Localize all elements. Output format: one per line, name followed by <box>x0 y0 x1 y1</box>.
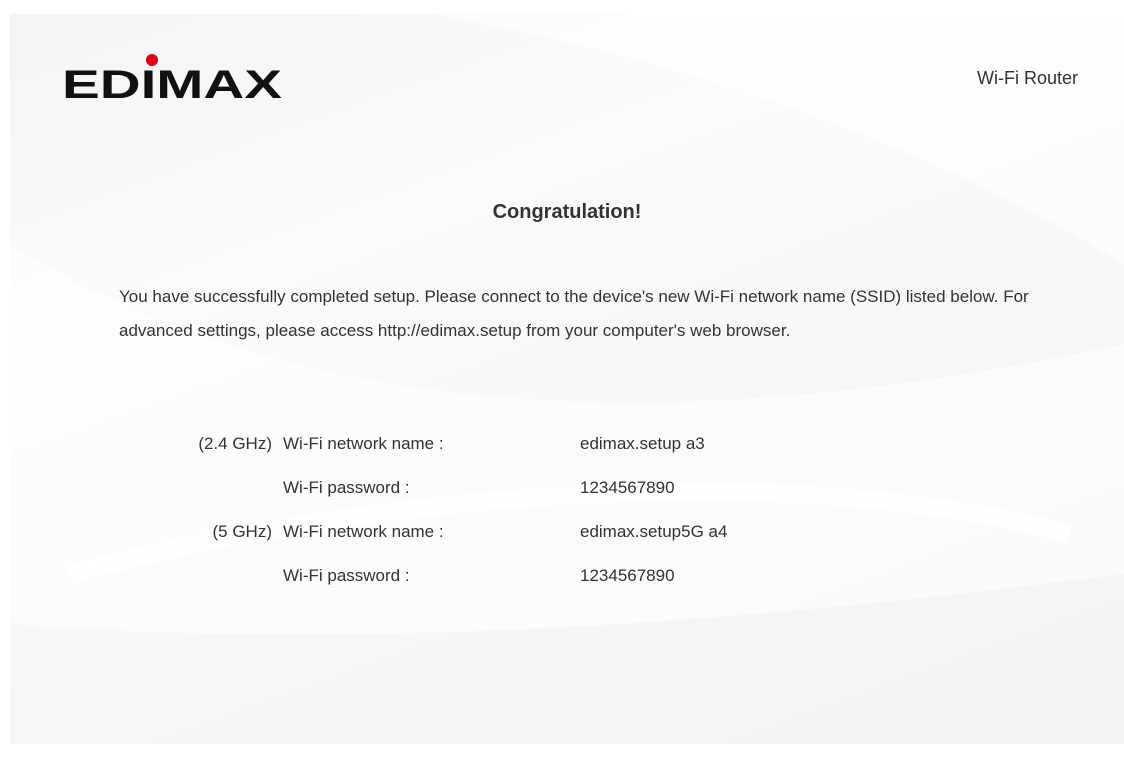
password-label: Wi-Fi password : <box>283 566 410 585</box>
success-message: You have successfully completed setup. P… <box>119 287 1029 340</box>
password-value: 1234567890 <box>580 566 675 585</box>
wifi-row-24ghz-ssid: (2.4 GHz) Wi-Fi network name : edimax.se… <box>10 430 1124 474</box>
wifi-row-5ghz-ssid: (5 GHz) Wi-Fi network name : edimax.setu… <box>10 518 1124 562</box>
wifi-row-5ghz-password: Wi-Fi password : 1234567890 <box>10 562 1124 606</box>
band-label: (5 GHz) <box>212 522 273 541</box>
setup-panel: EDIMAX Wi-Fi Router Congratulation! You … <box>10 14 1124 744</box>
ssid-value: edimax.setup5G a4 <box>580 522 728 541</box>
wifi-row-24ghz-password: Wi-Fi password : 1234567890 <box>10 474 1124 518</box>
edimax-logo: EDIMAX <box>62 54 282 102</box>
ssid-value: edimax.setup a3 <box>580 434 705 453</box>
band-label: (2.4 GHz) <box>198 434 272 453</box>
svg-text:EDIMAX: EDIMAX <box>62 63 282 102</box>
ssid-label: Wi-Fi network name : <box>283 522 444 541</box>
ssid-label: Wi-Fi network name : <box>283 434 444 453</box>
wifi-info-table: (2.4 GHz) Wi-Fi network name : edimax.se… <box>10 430 1124 606</box>
page-title: Congratulation! <box>492 201 642 223</box>
password-value: 1234567890 <box>580 478 675 497</box>
password-label: Wi-Fi password : <box>283 478 410 497</box>
background-swoosh <box>10 14 1124 635</box>
product-name: Wi-Fi Router <box>976 68 1078 88</box>
